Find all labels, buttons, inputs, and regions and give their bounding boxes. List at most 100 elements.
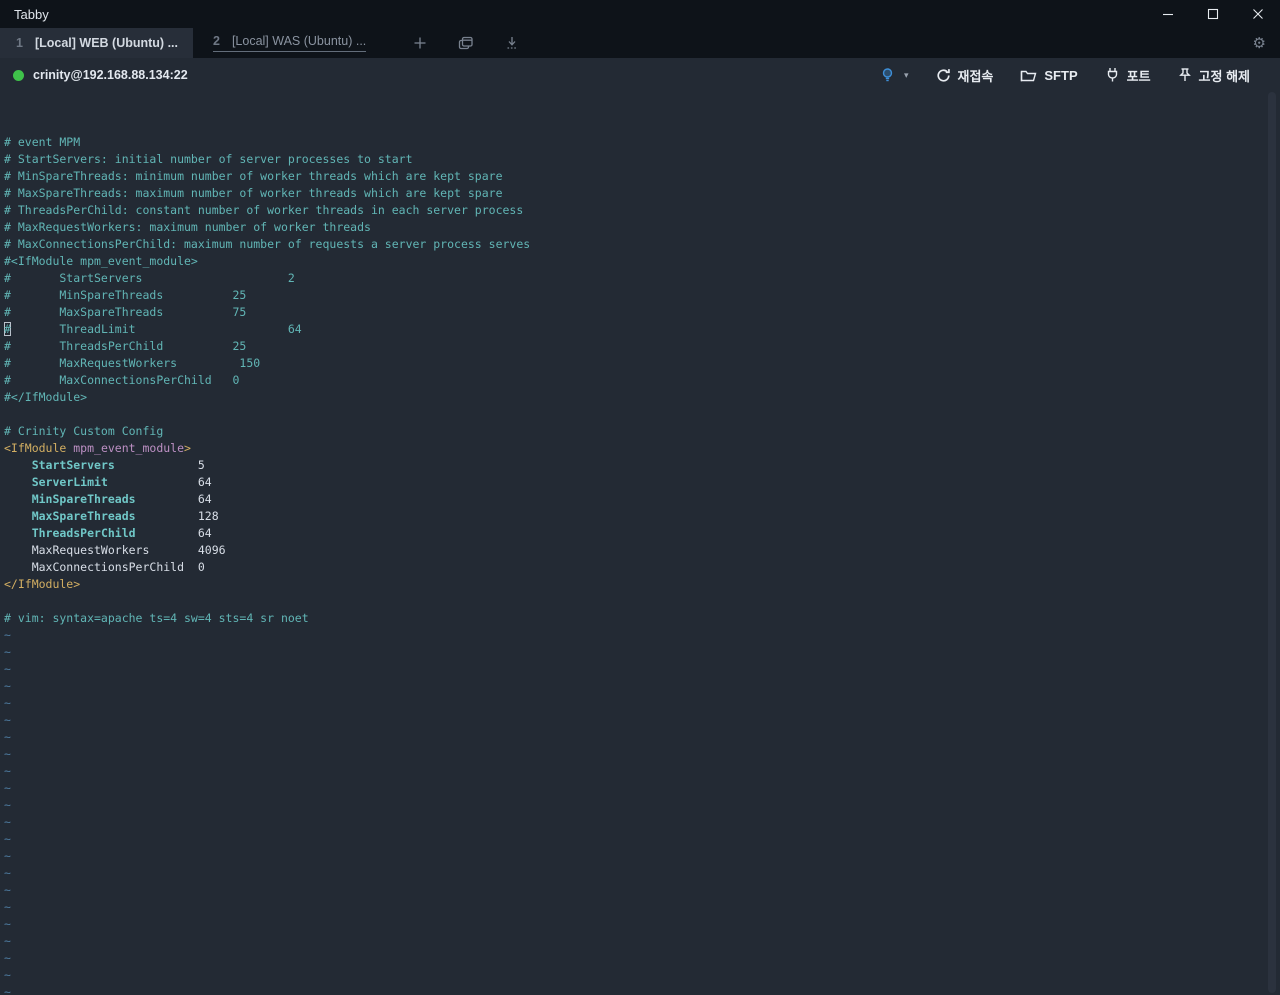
empty-line-tilde: ~ bbox=[4, 628, 11, 642]
tab-label: [Local] WEB (Ubuntu) ... bbox=[34, 36, 178, 50]
terminal-line: MinSpareThreads 64 bbox=[31, 492, 212, 506]
tab-label: [Local] WAS (Ubuntu) ... bbox=[231, 34, 367, 48]
terminal-line: #</IfModule> bbox=[4, 390, 88, 404]
empty-line-tilde: ~ bbox=[4, 730, 11, 744]
chevron-down-icon: ▾ bbox=[903, 69, 909, 80]
session-toolbar: crinity@192.168.88.134:22 ▾ 재접속 SFTP 포트 … bbox=[0, 58, 1280, 92]
empty-line-tilde: ~ bbox=[4, 832, 11, 846]
duplicate-tab-button[interactable] bbox=[451, 28, 481, 58]
tab-web-ubuntu[interactable]: 1 [Local] WEB (Ubuntu) ... bbox=[0, 28, 193, 58]
empty-line-tilde: ~ bbox=[4, 900, 11, 914]
terminal-scrollbar[interactable] bbox=[1268, 92, 1276, 993]
title-bar: Tabby bbox=[0, 0, 1280, 28]
terminal-line: StartServers 5 bbox=[31, 458, 205, 472]
terminal-line: <IfModule mpm_event_module> bbox=[4, 441, 191, 455]
plug-icon bbox=[1107, 68, 1117, 82]
terminal-line: #<IfModule mpm_event_module> bbox=[4, 254, 198, 268]
empty-line-tilde: ~ bbox=[4, 883, 11, 897]
empty-line-tilde: ~ bbox=[4, 951, 11, 965]
empty-line-tilde: ~ bbox=[4, 747, 11, 761]
terminal-line: ThreadsPerChild 64 bbox=[31, 526, 212, 540]
sftp-button[interactable]: SFTP bbox=[1020, 67, 1078, 83]
empty-line-tilde: ~ bbox=[4, 917, 11, 931]
download-arrow-icon bbox=[507, 37, 517, 49]
download-paste-button[interactable] bbox=[497, 28, 527, 58]
settings-button[interactable]: ⚙ bbox=[1253, 28, 1266, 58]
empty-line-tilde: ~ bbox=[4, 866, 11, 880]
lightbulb-icon bbox=[882, 68, 893, 82]
session-panel: crinity@192.168.88.134:22 ▾ 재접속 SFTP 포트 … bbox=[0, 58, 1280, 995]
close-button[interactable] bbox=[1235, 0, 1280, 28]
terminal-line: # vim: syntax=apache ts=4 sw=4 sts=4 sr … bbox=[4, 611, 309, 625]
terminal-line: # ThreadsPerChild 25 bbox=[4, 339, 247, 353]
pin-icon bbox=[1178, 68, 1191, 81]
terminal-line: # MaxRequestWorkers: maximum number of w… bbox=[4, 220, 371, 234]
terminal-line: # ThreadsPerChild: constant number of wo… bbox=[4, 203, 524, 217]
duplicate-window-icon bbox=[458, 36, 473, 50]
terminal-line: # ThreadLimit 64 bbox=[4, 322, 302, 336]
connection-info: crinity@192.168.88.134:22 bbox=[13, 68, 188, 82]
terminal-line: # MaxRequestWorkers 150 bbox=[4, 356, 261, 370]
tab-number: 2 bbox=[213, 34, 220, 48]
tab-title-group: 2 [Local] WAS (Ubuntu) ... bbox=[213, 34, 367, 52]
sftp-label: SFTP bbox=[1044, 67, 1078, 83]
folder-icon bbox=[1021, 70, 1037, 81]
terminal-line: </IfModule> bbox=[4, 577, 81, 591]
empty-line-tilde: ~ bbox=[4, 934, 11, 948]
toolbar-actions: ▾ 재접속 SFTP 포트 고정 해제 bbox=[880, 66, 1250, 85]
tab-bar: 1 [Local] WEB (Ubuntu) ... 2 [Local] WAS… bbox=[0, 28, 1280, 58]
gear-icon: ⚙ bbox=[1252, 35, 1266, 52]
maximize-button[interactable] bbox=[1190, 0, 1235, 28]
maximize-icon bbox=[1207, 8, 1218, 20]
terminal-line: # StartServers 2 bbox=[4, 271, 295, 285]
refresh-icon bbox=[936, 68, 950, 82]
terminal-line: # Crinity Custom Config bbox=[4, 424, 164, 438]
empty-line-tilde: ~ bbox=[4, 849, 11, 863]
port-forwarding-button[interactable]: 포트 bbox=[1105, 66, 1151, 85]
terminal-line: # MaxSpareThreads 75 bbox=[4, 305, 247, 319]
terminal-line: # MaxConnectionsPerChild: maximum number… bbox=[4, 237, 531, 251]
terminal-line: MaxConnectionsPerChild 0 bbox=[4, 560, 205, 574]
minimize-button[interactable] bbox=[1145, 0, 1190, 28]
close-icon bbox=[1252, 9, 1263, 19]
tab-was-ubuntu[interactable]: 2 [Local] WAS (Ubuntu) ... bbox=[193, 28, 389, 58]
reconnect-label: 재접속 bbox=[957, 68, 994, 84]
empty-line-tilde: ~ bbox=[4, 781, 11, 795]
terminal-view[interactable]: # event MPM # StartServers: initial numbe… bbox=[0, 92, 1280, 995]
terminal-line: # MinSpareThreads: minimum number of wor… bbox=[4, 169, 503, 183]
empty-line-tilde: ~ bbox=[4, 764, 11, 778]
new-tab-button[interactable] bbox=[405, 28, 435, 58]
terminal-line: # event MPM bbox=[4, 135, 81, 149]
reconnect-button[interactable]: 재접속 bbox=[936, 66, 994, 85]
connection-address: crinity@192.168.88.134:22 bbox=[33, 68, 188, 82]
empty-line-tilde: ~ bbox=[4, 713, 11, 727]
terminal-line: MaxRequestWorkers 4096 bbox=[4, 543, 226, 557]
empty-line-tilde: ~ bbox=[4, 815, 11, 829]
terminal-line: # MinSpareThreads 25 bbox=[4, 288, 247, 302]
app-title: Tabby bbox=[14, 6, 49, 22]
empty-line-tilde: ~ bbox=[4, 662, 11, 676]
empty-line-tilde: ~ bbox=[4, 798, 11, 812]
empty-line-tilde: ~ bbox=[4, 679, 11, 693]
terminal-line: # StartServers: initial number of server… bbox=[4, 152, 413, 166]
terminal-line: MaxSpareThreads 128 bbox=[31, 509, 219, 523]
suggestions-button[interactable]: ▾ bbox=[880, 67, 909, 83]
empty-line-tilde: ~ bbox=[4, 985, 11, 995]
unpin-button[interactable]: 고정 해제 bbox=[1178, 66, 1250, 85]
terminal-line: # MaxConnectionsPerChild 0 bbox=[4, 373, 240, 387]
empty-line-tilde: ~ bbox=[4, 645, 11, 659]
terminal-line: ServerLimit 64 bbox=[31, 475, 212, 489]
window-controls bbox=[1145, 0, 1280, 28]
port-label: 포트 bbox=[1126, 68, 1151, 84]
tab-number: 1 bbox=[16, 36, 23, 50]
unpin-label: 고정 해제 bbox=[1198, 68, 1250, 84]
terminal-line: # MaxSpareThreads: maximum number of wor… bbox=[4, 186, 503, 200]
tabby-window: Tabby 1 [Local] WEB (Ubuntu) ... 2 [Loca… bbox=[0, 0, 1280, 995]
connection-status-dot bbox=[13, 69, 24, 81]
terminal-buffer: # event MPM # StartServers: initial numbe… bbox=[4, 134, 1280, 995]
empty-line-tilde: ~ bbox=[4, 696, 11, 710]
empty-line-tilde: ~ bbox=[4, 968, 11, 982]
plus-icon bbox=[414, 37, 426, 49]
